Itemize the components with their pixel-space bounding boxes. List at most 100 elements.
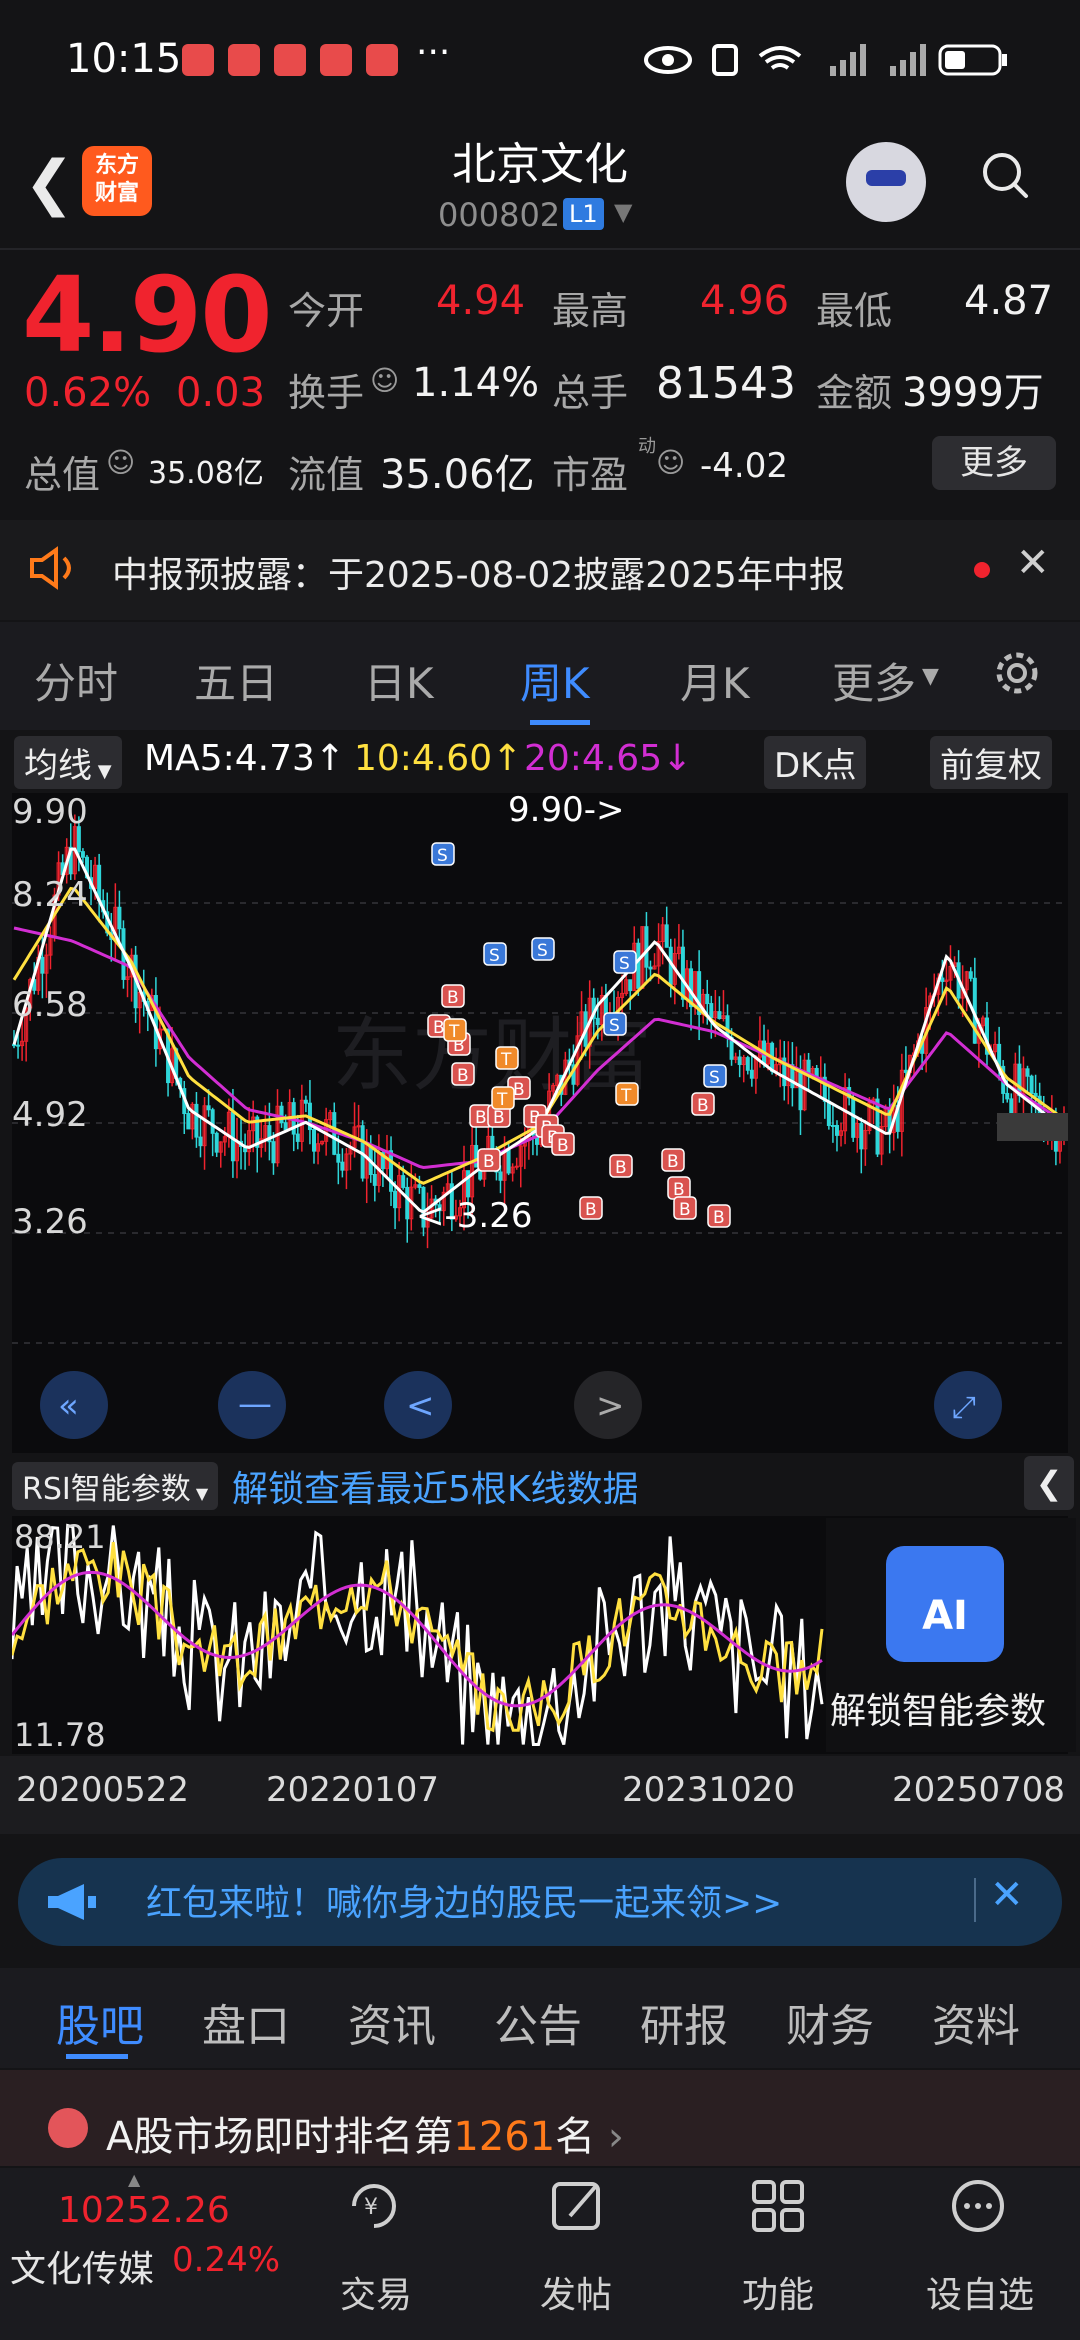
- volume-label: 总手: [552, 371, 629, 415]
- rank-prefix: A股市场即时排名第: [106, 2114, 454, 2160]
- candle-body: [16, 1044, 21, 1047]
- promo-text[interactable]: 红包来啦！喊你身边的股民一起来领>>: [146, 1874, 782, 1926]
- index-name[interactable]: 文化传媒: [10, 2240, 154, 2292]
- current-price: 4.90: [22, 254, 273, 376]
- tab-monthly-k[interactable]: 月K: [680, 650, 750, 711]
- info-icon[interactable]: ☺: [106, 446, 135, 479]
- tab-daily-k[interactable]: 日K: [364, 650, 434, 711]
- search-icon[interactable]: [980, 150, 1030, 200]
- candle-body: [1025, 1068, 1030, 1077]
- rsi-dropdown[interactable]: RSI智能参数 ▼: [12, 1462, 219, 1510]
- index-percent[interactable]: 0.24%: [172, 2240, 280, 2280]
- ma5-value: MA5:4.73↑: [144, 738, 346, 779]
- post-edit-icon[interactable]: [548, 2176, 608, 2236]
- y-label-max: 9.90: [12, 793, 88, 832]
- notification-icon: [366, 44, 398, 76]
- info-icon[interactable]: ☺: [370, 364, 399, 397]
- close-icon[interactable]: ✕: [1016, 540, 1050, 586]
- date-label: 20220107: [266, 1770, 440, 1810]
- status-icons: [644, 44, 1007, 76]
- tab-five-day[interactable]: 五日: [194, 650, 278, 711]
- candle-body: [968, 971, 973, 979]
- signal-label: B: [667, 1152, 679, 1172]
- announcement-text[interactable]: 中报预披露：于2025-08-02披露2025年中报: [112, 546, 845, 598]
- tab-research[interactable]: 研报: [640, 1990, 728, 2054]
- kline-chart[interactable]: 东方财富 SSSSSSBBBBBBBBBBBBBBBBBBBTTTT 9.90 …: [12, 793, 1068, 1453]
- open-value: 4.94: [436, 278, 526, 324]
- date-label: 20231020: [622, 1770, 796, 1810]
- candle-body: [271, 1141, 276, 1164]
- high-value: 4.96: [700, 278, 790, 324]
- candle-body: [194, 1103, 199, 1138]
- tab-order-book[interactable]: 盘口: [202, 1990, 290, 2054]
- functions-grid-icon[interactable]: [748, 2176, 808, 2236]
- tab-news[interactable]: 资讯: [348, 1990, 436, 2054]
- candle-body: [749, 1069, 754, 1079]
- candle-body: [303, 1099, 308, 1104]
- rank-number: 1261: [453, 2114, 556, 2160]
- dk-point-button[interactable]: DK点: [764, 736, 867, 789]
- rank-chart-icon: [48, 2108, 88, 2148]
- svg-text:¥: ¥: [364, 2195, 378, 2220]
- signal-label: T: [448, 1022, 460, 1042]
- candle-body: [1005, 1092, 1010, 1100]
- candle-body: [940, 977, 945, 982]
- rank-suffix: 名: [555, 2114, 596, 2160]
- candle-body: [295, 1133, 300, 1142]
- high-label: 最高: [552, 289, 629, 333]
- chevron-down-icon[interactable]: ▼: [614, 198, 632, 226]
- candle-body: [737, 1056, 742, 1066]
- signal-label: B: [457, 1066, 469, 1086]
- tab-notices[interactable]: 公告: [494, 1990, 582, 2054]
- vibrate-icon: [712, 44, 738, 76]
- assistant-robot-icon[interactable]: [846, 142, 926, 222]
- more-dots-icon[interactable]: [948, 2176, 1008, 2236]
- tab-profile[interactable]: 资料: [932, 1990, 1020, 2054]
- change-amount: 0.03: [176, 370, 266, 416]
- index-value[interactable]: 10252.26: [58, 2190, 230, 2231]
- ai-icon[interactable]: AI: [886, 1546, 1004, 1662]
- candle-body: [372, 1173, 377, 1186]
- settings-gear-icon[interactable]: [990, 646, 1044, 700]
- chevron-down-icon: ▼: [92, 761, 112, 782]
- tab-forum[interactable]: 股吧: [56, 1990, 144, 2054]
- ai-unlock-text[interactable]: 解锁智能参数: [830, 1682, 1046, 1734]
- rsi-unlock-link[interactable]: 解锁查看最近5根K线数据: [232, 1460, 639, 1512]
- volume-value: 81543: [656, 358, 796, 409]
- svg-text:«: «: [58, 1386, 79, 1426]
- more-button[interactable]: 更多: [932, 436, 1056, 490]
- candle-body: [405, 1186, 410, 1220]
- low-marker: <-3.26: [416, 1196, 532, 1236]
- tab-intraday[interactable]: 分时: [34, 650, 118, 711]
- candle-body: [1033, 1092, 1038, 1097]
- date-label: 20200522: [16, 1770, 190, 1810]
- info-icon[interactable]: ☺: [656, 446, 685, 479]
- nav-functions[interactable]: 功能: [742, 2266, 814, 2318]
- active-tab-indicator: [530, 720, 590, 725]
- collapse-button[interactable]: ❮: [1024, 1456, 1074, 1510]
- ma-dropdown[interactable]: 均线 ▼: [14, 736, 122, 789]
- trade-icon[interactable]: ¥: [344, 2176, 404, 2236]
- nav-trade[interactable]: 交易: [340, 2266, 412, 2318]
- signal-label: B: [557, 1136, 569, 1156]
- status-time: 10:15: [66, 36, 182, 82]
- tab-more[interactable]: 更多: [832, 650, 916, 711]
- tab-finance[interactable]: 财务: [786, 1990, 874, 2054]
- tab-weekly-k[interactable]: 周K: [520, 650, 590, 711]
- close-icon[interactable]: ✕: [990, 1872, 1024, 1918]
- candle-body: [117, 906, 122, 930]
- nav-post[interactable]: 发帖: [540, 2266, 612, 2318]
- svg-text:<: <: [406, 1386, 435, 1426]
- signal-label: B: [697, 1096, 709, 1116]
- stock-code: 000802: [438, 196, 561, 234]
- rank-text[interactable]: A股市场即时排名第1261名 ›: [106, 2104, 624, 2162]
- adjust-button[interactable]: 前复权: [930, 736, 1052, 789]
- candle-body: [474, 1144, 479, 1168]
- signal-label: B: [447, 988, 459, 1008]
- nav-add-watchlist[interactable]: 设自选: [926, 2266, 1034, 2318]
- candle-body: [214, 1132, 219, 1153]
- signal-label: B: [615, 1158, 627, 1178]
- turnover-value: 1.14%: [412, 360, 540, 406]
- ma-dropdown-label: 均线: [24, 746, 92, 786]
- candle-body: [198, 1136, 203, 1147]
